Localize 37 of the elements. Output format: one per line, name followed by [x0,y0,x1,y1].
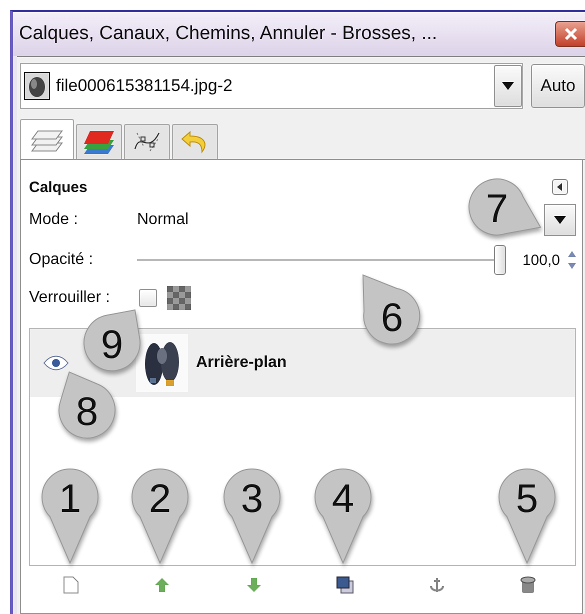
slider-thumb[interactable] [494,245,506,275]
layer-name: Arrière-plan [196,354,287,372]
auto-button[interactable]: Auto [531,64,585,108]
panel-menu-button[interactable] [552,179,568,195]
callout-balloon: 3 [224,469,280,563]
window-title: Calques, Canaux, Chemins, Annuler - Brosses, ... [19,23,438,45]
callout-balloon: 2 [132,469,188,563]
dropdown-button[interactable] [494,65,522,107]
callout-balloon: 1 [42,469,98,563]
close-button[interactable] [555,21,585,47]
mode-label: Mode : [29,211,79,229]
mode-dropdown-button[interactable] [544,204,576,236]
anchor-icon [428,576,446,594]
image-selector[interactable]: file000615381154.jpg-2 [20,63,523,109]
transparency-icon [167,286,191,310]
callout-balloon: 9 [84,310,140,371]
lock-checkbox[interactable] [139,289,157,307]
duplicate-icon [336,576,354,594]
caret-left-icon [556,183,564,191]
spin-arrows-icon[interactable] [568,250,576,270]
new-document-icon [63,576,79,594]
lock-label: Verrouiller : [29,289,111,307]
trash-icon [520,576,536,594]
callout-balloon: 6 [363,275,420,344]
callout-balloon: 4 [315,469,371,563]
caret-down-icon [502,82,514,90]
close-icon [562,26,578,42]
panel-title: Calques [29,178,88,196]
callout-balloon: 8 [59,372,115,438]
caret-down-icon [554,216,566,224]
down-arrow-icon [246,577,262,593]
callout-balloon: 7 [469,179,540,235]
dock-tab[interactable] [124,124,170,159]
callout-balloon: 5 [499,469,555,563]
opacity-label: Opacité : [29,251,94,269]
opacity-value: 100,0 [522,252,560,268]
up-arrow-icon [154,577,170,593]
